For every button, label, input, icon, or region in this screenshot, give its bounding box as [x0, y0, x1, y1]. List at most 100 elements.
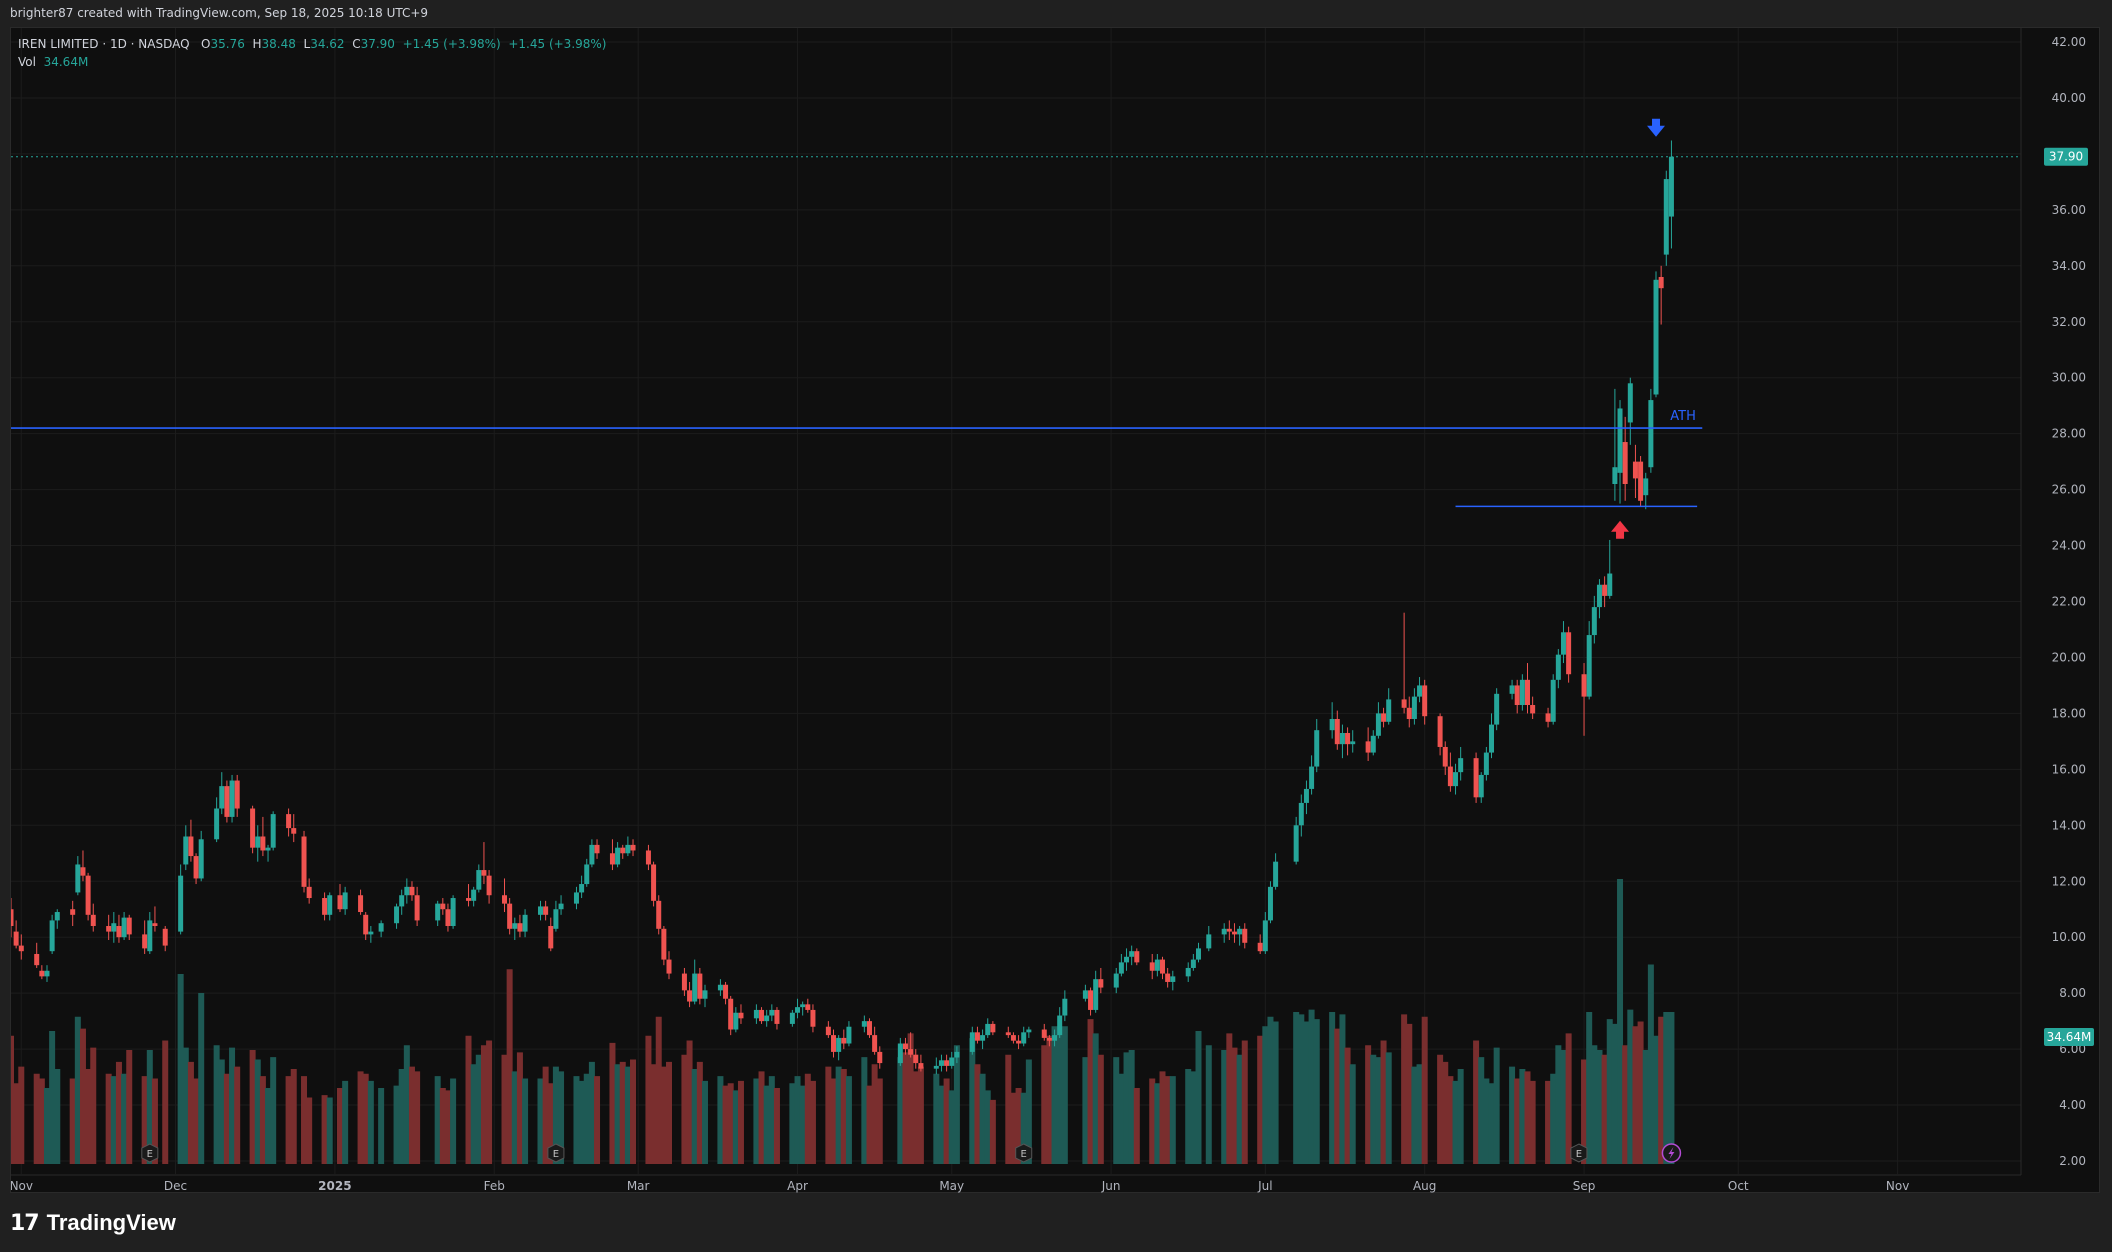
earnings-marker-letter: E [1576, 1149, 1582, 1160]
candle-body [1483, 752, 1489, 775]
y-axis-tick-label: 32.00 [2052, 315, 2086, 329]
volume-bar [809, 1080, 816, 1164]
volume-bar [727, 1083, 734, 1164]
candle-body [805, 1004, 811, 1010]
candle-body [363, 914, 369, 935]
volume-bar [989, 1099, 996, 1164]
volume-bar [213, 1045, 220, 1164]
candle-body [656, 900, 662, 929]
candle-body [1519, 679, 1525, 706]
volume-bar [475, 1054, 482, 1164]
candle-body [1098, 979, 1104, 988]
volume-bar [1190, 1071, 1197, 1164]
volume-bar [1087, 1019, 1094, 1164]
candle-body [1314, 730, 1320, 767]
legend-close: 37.90 [360, 37, 395, 51]
volume-bar [1519, 1069, 1526, 1164]
candle-body [1663, 179, 1669, 255]
candle-body [800, 1004, 806, 1008]
candle-body [1545, 713, 1551, 722]
candle-body [111, 923, 117, 932]
candle-body [440, 903, 446, 910]
volume-bar [1370, 1054, 1377, 1164]
candle-body [301, 836, 307, 887]
volume-bar [450, 1078, 457, 1164]
volume-bar [1529, 1080, 1536, 1164]
x-axis-tick-label: Dec [164, 1179, 187, 1193]
volume-bar [1231, 1047, 1238, 1164]
volume-bar [830, 1078, 837, 1164]
candle-body [666, 959, 672, 974]
y-axis-tick-label: 34.00 [2052, 259, 2086, 273]
legend-close-label: C [352, 37, 361, 51]
candle-body [152, 923, 158, 927]
volume-bar [1005, 1054, 1012, 1164]
y-axis-tick-label: 42.00 [2052, 35, 2086, 49]
tradingview-footer[interactable]: 17 TradingView [10, 1208, 176, 1238]
candle-body [969, 1032, 975, 1052]
volume-bar [79, 1028, 86, 1164]
candle-body [789, 1012, 795, 1024]
volume-bar [1550, 1073, 1557, 1164]
candle-body [918, 1063, 924, 1069]
volume-bar [85, 1069, 92, 1164]
tradingview-brand: TradingView [46, 1210, 176, 1235]
candle-body [1560, 632, 1566, 655]
candle-body [1658, 276, 1664, 289]
y-axis-tick-label: 36.00 [2052, 203, 2086, 217]
volume-bar [342, 1080, 349, 1164]
candle-body [1334, 718, 1340, 745]
volume-bar [609, 1042, 616, 1164]
candle-body [1453, 772, 1459, 787]
candle-body [615, 847, 621, 865]
volume-bar [897, 1057, 904, 1164]
volume-bar [121, 1073, 128, 1164]
candle-body [1602, 584, 1608, 596]
candle-body [728, 998, 734, 1030]
candle-body [1591, 607, 1597, 636]
candle-body [291, 828, 297, 834]
volume-bar [933, 1073, 940, 1164]
y-axis-tick-label: 30.00 [2052, 371, 2086, 385]
volume-bar [1514, 1078, 1521, 1164]
volume-bar [403, 1045, 410, 1164]
volume-bar [1339, 1014, 1346, 1164]
volume-bar [1097, 1054, 1104, 1164]
chart-panel[interactable]: 42.0040.0038.0036.0034.0032.0030.0028.00… [10, 27, 2100, 1193]
candle-body [306, 886, 312, 899]
candle-body [1026, 1029, 1032, 1033]
candle-body [1170, 976, 1176, 982]
candle-body [476, 870, 482, 890]
volume-bar [162, 1040, 169, 1164]
legend-row-price: IREN LIMITED · 1D · NASDAQ O35.76 H38.48… [18, 35, 607, 53]
x-axis-tick-label: Jul [1257, 1179, 1272, 1193]
volume-bar [876, 1078, 883, 1164]
candle-body [1350, 741, 1356, 745]
candle-body [692, 973, 698, 1002]
y-axis-tick-label: 26.00 [2052, 483, 2086, 497]
candle-body [908, 1049, 914, 1055]
candle-body [938, 1060, 944, 1066]
candle-body [126, 917, 132, 935]
volume-bar [254, 1059, 261, 1164]
volume-bar [105, 1073, 112, 1164]
volume-bar [1483, 1078, 1490, 1164]
volume-bar [43, 1088, 50, 1164]
price-chart[interactable]: 42.0040.0038.0036.0034.0032.0030.0028.00… [11, 28, 2101, 1194]
candle-body [142, 934, 148, 949]
candle-body [913, 1054, 919, 1064]
volume-bar [486, 1040, 493, 1164]
candle-body [1627, 383, 1633, 423]
candle-body [1581, 674, 1587, 697]
candle-body [1586, 635, 1592, 697]
candle-body [1267, 886, 1273, 921]
volume-bar [362, 1073, 369, 1164]
volume-bar [1241, 1040, 1248, 1164]
y-axis-tick-label: 20.00 [2052, 650, 2086, 664]
candle-body [512, 923, 518, 929]
candle-body [1612, 467, 1618, 485]
candle-body [486, 875, 492, 896]
legend-high-label: H [252, 37, 262, 51]
candle-body [990, 1023, 996, 1033]
volume-bar [1123, 1052, 1130, 1164]
